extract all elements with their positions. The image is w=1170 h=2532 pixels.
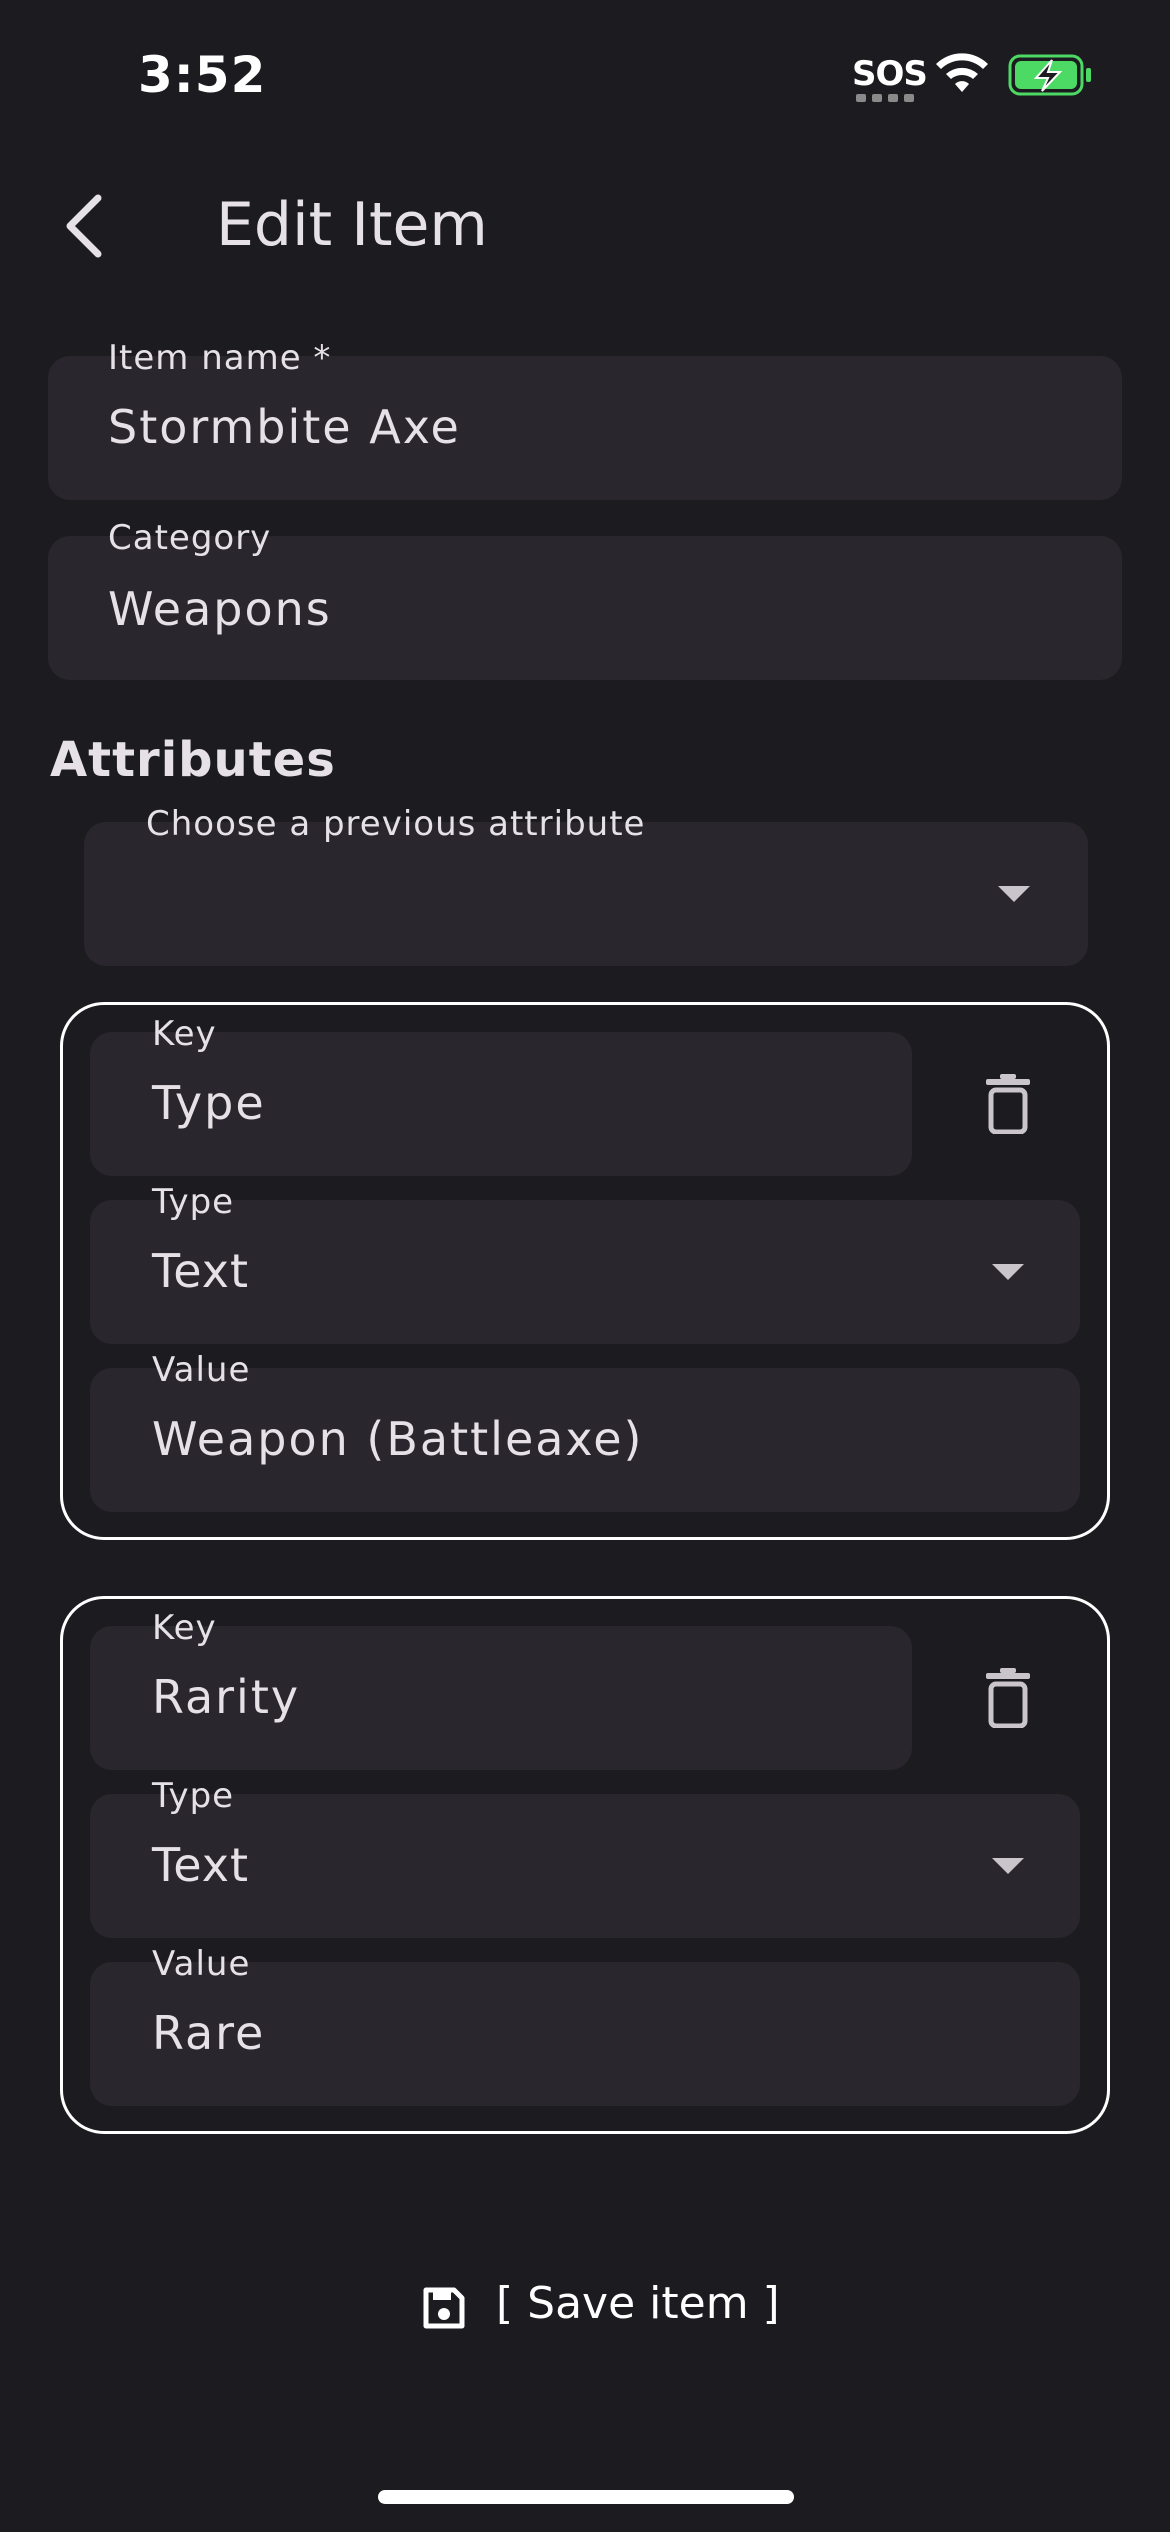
attribute-key-label: Key — [152, 1014, 217, 1054]
dropdown-caret-icon — [998, 886, 1030, 902]
category-label: Category — [108, 518, 272, 558]
signal-dots-icon — [856, 94, 914, 102]
attribute-key-value: Type — [152, 1076, 266, 1130]
attribute-value-label: Value — [152, 1350, 251, 1390]
attribute-value-value: Rare — [152, 2006, 266, 2060]
dropdown-caret-icon — [992, 1264, 1024, 1280]
attribute-type-value: Text — [152, 1244, 250, 1298]
previous-attribute-label: Choose a previous attribute — [146, 804, 646, 844]
attribute-key-label: Key — [152, 1608, 217, 1648]
home-indicator — [378, 2490, 794, 2504]
save-item-button[interactable]: [ Save item ] — [496, 2278, 780, 2329]
attribute-key-value: Rarity — [152, 1670, 301, 1724]
wifi-icon — [936, 53, 988, 92]
category-value: Weapons — [108, 582, 332, 636]
status-time: 3:52 — [138, 46, 267, 104]
attribute-type-label: Type — [152, 1182, 235, 1222]
trash-icon[interactable] — [986, 1668, 1030, 1728]
sos-indicator: SOS — [852, 54, 928, 94]
attribute-value-label: Value — [152, 1944, 251, 1984]
battery-charging-icon — [1008, 54, 1091, 96]
save-icon[interactable] — [422, 2286, 466, 2330]
attributes-heading: Attributes — [50, 732, 336, 788]
back-arrow-icon[interactable] — [58, 190, 114, 262]
attribute-value-value: Weapon (Battleaxe) — [152, 1412, 644, 1466]
page-title: Edit Item — [216, 190, 488, 260]
dropdown-caret-icon — [992, 1858, 1024, 1874]
item-name-label: Item name * — [108, 338, 332, 378]
trash-icon[interactable] — [986, 1074, 1030, 1134]
attribute-type-label: Type — [152, 1776, 235, 1816]
attribute-type-value: Text — [152, 1838, 250, 1892]
item-name-value: Stormbite Axe — [108, 400, 461, 454]
